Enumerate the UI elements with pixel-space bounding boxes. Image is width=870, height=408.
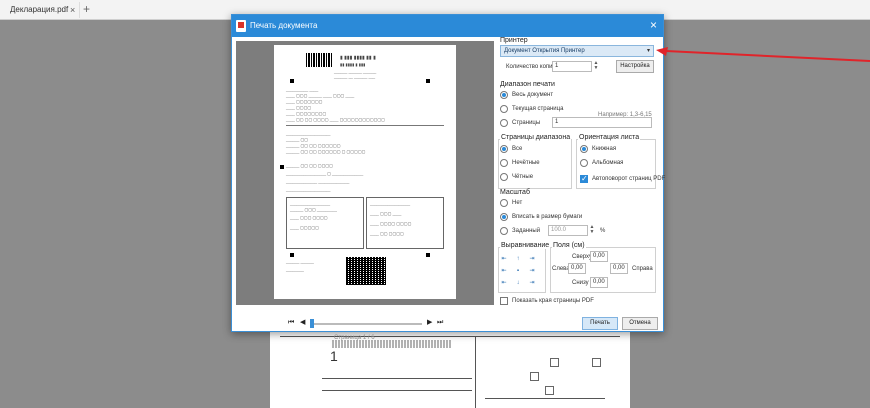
range-pages-input[interactable]: 1 [552,117,652,128]
tab-document[interactable]: Декларация.pdf [4,2,80,18]
auto-rotate-checkbox[interactable] [580,174,588,184]
page-slider-thumb[interactable] [310,319,314,328]
subset-odd-label: Нечётные [512,160,540,166]
align-top-center-icon[interactable]: ↑ [514,255,522,263]
printer-select[interactable]: Документ Открытия Принтер ▾ [500,45,654,57]
orientation-portrait-radio[interactable] [580,145,588,153]
last-page-icon[interactable]: ⏭ [437,318,443,328]
range-pages-label: Страницы [512,120,541,126]
scale-custom-label: Заданный [512,228,541,234]
margin-right-input[interactable]: 0,00 [610,263,628,274]
show-edges-checkbox[interactable] [500,297,508,305]
copies-label: Количество копий [506,64,556,70]
range-current-radio[interactable] [500,105,508,113]
align-center-icon[interactable]: ▪ [514,267,522,275]
scale-percent: % [600,228,606,234]
align-middle-left-icon[interactable]: ⇤ [500,267,508,275]
auto-rotate-label: Автоповорот страниц PDF [592,176,666,182]
margin-bottom-input[interactable]: 0,00 [590,277,608,288]
orientation-label: Ориентация листа [578,134,641,141]
dialog-title: Печать документа [250,21,318,30]
next-page-icon[interactable]: ▶ [427,318,432,328]
range-pages-radio[interactable] [500,119,508,127]
align-bottom-left-icon[interactable]: ⇤ [500,279,508,287]
previous-page-icon[interactable]: ◀ [300,318,305,328]
range-current-label: Текущая страница [512,106,564,112]
scale-fit-label: Вписать в размер бумаги [512,214,583,220]
preview-page-indicator: Страница 1 / 6 [334,335,375,341]
preview-page-thumbnail: ▮ ▮▮▮ ▮▮▮▮ ▮▮ ▮ ▮▮ ▮▮▮▮ ▮ ▮▮▮ ______ ___… [274,45,456,299]
printer-settings-button[interactable]: Настройка [616,60,654,73]
margin-left-input[interactable]: 0,00 [568,263,586,274]
app-logo-icon [236,20,246,32]
subset-all-radio[interactable] [500,145,508,153]
range-all-label: Весь документ [512,92,554,98]
tab-close-icon[interactable]: × [70,2,75,18]
chevron-down-icon: ▾ [646,48,650,54]
margin-right-label: Справа [632,266,653,272]
align-bottom-right-icon[interactable]: ⇥ [528,279,536,287]
print-preview: ▮ ▮▮▮ ▮▮▮▮ ▮▮ ▮ ▮▮ ▮▮▮▮ ▮ ▮▮▮ ______ ___… [236,41,494,341]
align-bottom-center-icon[interactable]: ↓ [514,279,522,287]
cancel-button[interactable]: Отмена [622,317,658,330]
margins-label: Поля (см) [552,242,586,249]
scale-custom-input[interactable]: 100.0 [548,225,588,236]
dialog-titlebar[interactable]: Печать документа × [232,15,663,37]
subset-label: Страницы диапазона [500,134,572,141]
background-document-page: 1 [270,320,630,408]
copies-spinner-icon[interactable]: ▲ ▼ [592,61,600,72]
subset-all-label: Все [512,146,523,152]
scale-custom-radio[interactable] [500,227,508,235]
margin-top-input[interactable]: 0,00 [590,251,608,262]
annotation-arrow-icon [656,47,870,62]
first-page-icon[interactable]: ⏮ [288,318,294,328]
print-range-label: Диапазон печати [500,81,555,88]
alignment-label: Выравнивание [500,242,551,249]
scale-none-label: Нет [512,200,523,206]
subset-odd-radio[interactable] [500,159,508,167]
print-dialog: Печать документа × ▮ ▮▮▮ ▮▮▮▮ ▮▮ ▮ ▮▮ ▮▮… [231,14,666,341]
page-label: Страница [334,335,362,341]
print-button[interactable]: Печать [582,317,618,330]
scale-spinner-icon[interactable]: ▲ ▼ [588,225,596,236]
printer-select-value: Документ Открытия Принтер [504,48,585,54]
new-tab-icon[interactable]: + [83,1,90,17]
orientation-landscape-label: Альбомная [592,160,624,166]
align-top-left-icon[interactable]: ⇤ [500,255,508,263]
copies-input[interactable]: 1 [552,61,592,72]
tab-label: Декларация.pdf [10,5,69,14]
page-slider[interactable] [312,323,422,325]
align-middle-right-icon[interactable]: ⇥ [528,267,536,275]
margin-left-label: Слева [552,266,570,272]
scale-label: Масштаб [500,189,530,196]
scale-none-radio[interactable] [500,199,508,207]
align-top-right-icon[interactable]: ⇥ [528,255,536,263]
range-all-radio[interactable] [500,91,508,99]
orientation-portrait-label: Книжная [592,146,617,152]
subset-even-label: Чётные [512,174,534,180]
subset-even-radio[interactable] [500,173,508,181]
margin-bottom-label: Снизу [572,280,589,286]
show-edges-label: Показать края страницы PDF [512,298,594,304]
orientation-landscape-radio[interactable] [580,159,588,167]
close-icon[interactable]: × [650,18,657,32]
scale-fit-radio[interactable] [500,213,508,221]
page-value: 1 / 6 [362,335,375,341]
printer-label: Принтер [500,37,528,44]
